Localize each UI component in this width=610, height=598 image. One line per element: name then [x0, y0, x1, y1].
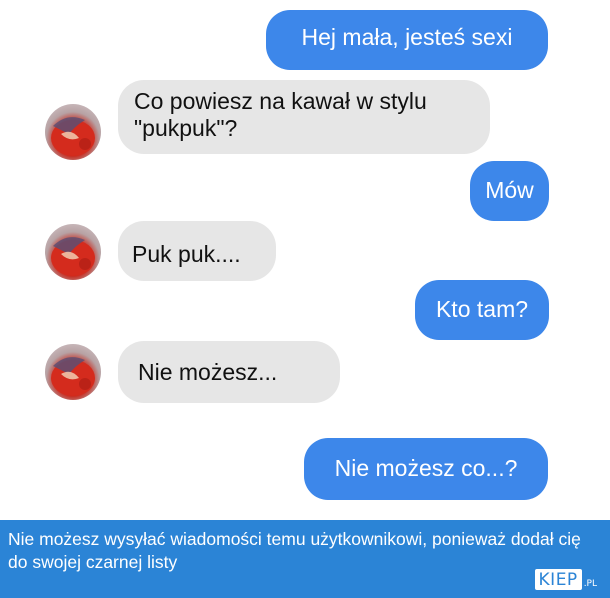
contact-avatar [45, 344, 101, 400]
outgoing-message: Hej mała, jesteś sexi [266, 10, 548, 70]
blocked-notice-banner: Nie możesz wysyłać wiadomości temu użytk… [0, 520, 610, 598]
outgoing-message: Mów [470, 161, 549, 221]
chat-thread: Hej mała, jesteś sexi Co powiesz na kawa… [0, 0, 610, 520]
blocked-notice-text: Nie możesz wysyłać wiadomości temu użytk… [8, 529, 581, 572]
outgoing-message: Nie możesz co...? [304, 438, 548, 500]
logo-suffix: .PL [583, 579, 597, 589]
contact-avatar [45, 104, 101, 160]
contact-avatar [45, 224, 101, 280]
watermark-logo: KIEP .PL [534, 568, 597, 590]
incoming-message: Puk puk.... [118, 221, 276, 281]
incoming-message: Co powiesz na kawał w stylu "pukpuk"? [118, 80, 490, 154]
outgoing-message: Kto tam? [415, 280, 549, 340]
logo-text: KIEP [534, 569, 582, 590]
incoming-message: Nie możesz... [118, 341, 340, 403]
